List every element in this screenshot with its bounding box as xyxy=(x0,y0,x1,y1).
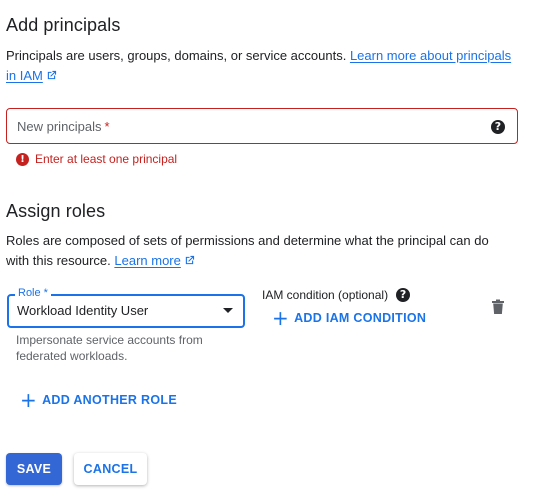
external-link-icon xyxy=(185,255,194,265)
add-another-role-button[interactable]: + ADD ANOTHER ROLE xyxy=(20,388,177,412)
principals-description-text: Principals are users, groups, domains, o… xyxy=(6,48,350,63)
help-icon[interactable]: ? xyxy=(491,120,505,134)
trash-icon[interactable] xyxy=(491,299,505,315)
iam-condition-header: IAM condition (optional) ? xyxy=(262,288,411,302)
add-principals-title: Add principals xyxy=(6,15,121,35)
learn-more-roles-link[interactable]: Learn more xyxy=(114,253,180,268)
role-hint: Impersonate service accounts from federa… xyxy=(16,333,203,363)
new-principals-placeholder: New principals * xyxy=(17,119,110,134)
cancel-button[interactable]: CANCEL xyxy=(74,453,147,485)
principals-error-text: Enter at least one principal xyxy=(35,152,178,166)
external-link-icon xyxy=(47,70,56,80)
roles-description-line2: with this resource. xyxy=(6,253,115,268)
plus-icon: + xyxy=(272,306,290,330)
assign-roles-title: Assign roles xyxy=(6,201,106,221)
role-label: Role * xyxy=(15,287,51,299)
error-icon: ! xyxy=(16,152,29,166)
roles-description-line1: Roles are composed of sets of permission… xyxy=(6,233,489,248)
new-principals-input[interactable]: New principals * ? xyxy=(6,108,518,144)
role-selected-value: Workload Identity User xyxy=(17,303,149,318)
save-button[interactable]: SAVE xyxy=(6,453,62,485)
learn-more-principals-link-cont[interactable]: in IAM xyxy=(6,68,43,83)
add-iam-condition-label: ADD IAM CONDITION xyxy=(294,311,427,325)
principals-error-message: ! Enter at least one principal xyxy=(16,152,177,166)
learn-more-principals-link[interactable]: Learn more about principals xyxy=(350,48,511,63)
add-another-role-label: ADD ANOTHER ROLE xyxy=(42,393,177,407)
role-select[interactable]: Role * Workload Identity User xyxy=(7,287,245,328)
caret-down-icon xyxy=(223,308,233,313)
add-iam-condition-button[interactable]: + ADD IAM CONDITION xyxy=(272,306,427,330)
iam-condition-label: IAM condition (optional) xyxy=(262,288,389,302)
roles-description: Roles are composed of sets of permission… xyxy=(6,231,546,271)
help-icon[interactable]: ? xyxy=(396,288,411,302)
principals-description: Principals are users, groups, domains, o… xyxy=(6,46,546,86)
plus-icon: + xyxy=(20,388,38,412)
